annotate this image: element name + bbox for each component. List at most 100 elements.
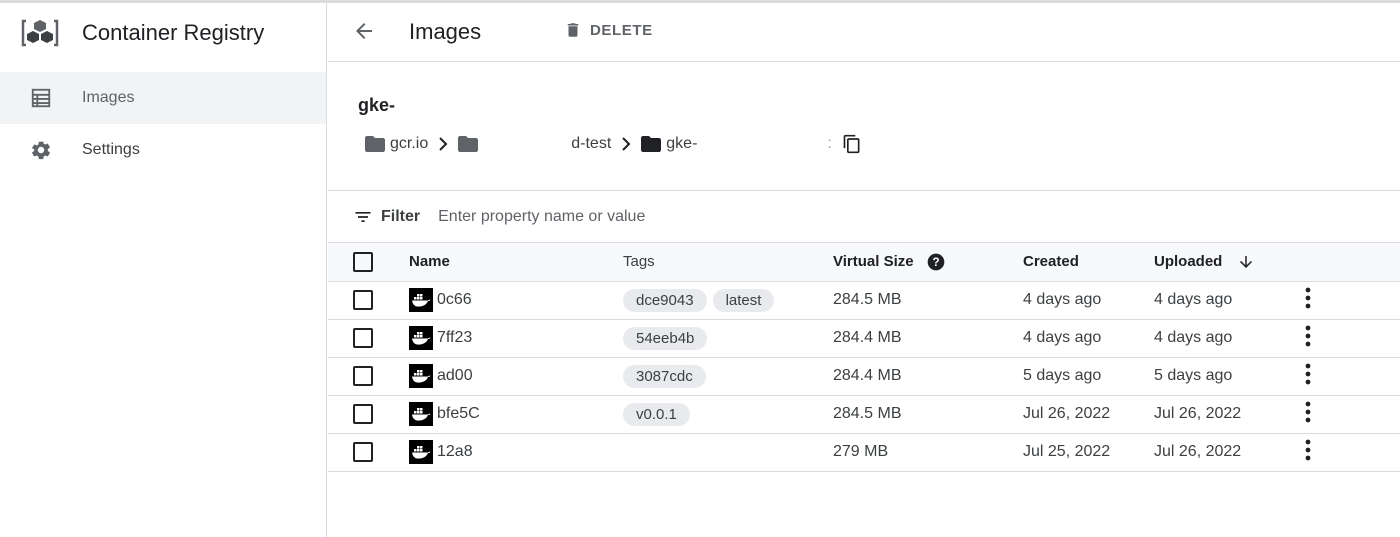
redacted-segment: [697, 135, 828, 153]
tags-cell: v0.0.1: [623, 395, 833, 433]
select-all-checkbox[interactable]: [353, 251, 373, 272]
table-header-row: Name Tags Virtual Size ? Created Uploade…: [328, 243, 1400, 281]
redacted-segment: [483, 135, 572, 153]
docker-icon: [409, 402, 433, 426]
image-digest-link[interactable]: ad00: [437, 367, 473, 385]
size-cell: 284.4 MB: [833, 367, 902, 384]
back-button[interactable]: [350, 17, 378, 45]
image-digest-link[interactable]: 12a8: [437, 443, 473, 461]
column-header-tags: Tags: [623, 253, 655, 271]
uploaded-cell: 5 days ago: [1154, 367, 1233, 384]
column-header-created[interactable]: Created: [1023, 243, 1154, 281]
more-vert-icon[interactable]: [1304, 287, 1312, 309]
breadcrumb-project[interactable]: d-test: [458, 135, 611, 153]
more-vert-icon[interactable]: [1304, 325, 1312, 347]
docker-icon: [409, 364, 433, 388]
docker-icon: [409, 326, 433, 350]
image-digest-link[interactable]: 7ff23: [437, 329, 472, 347]
row-checkbox[interactable]: [353, 442, 373, 462]
column-header-size[interactable]: Virtual Size ?: [833, 243, 1023, 281]
uploaded-cell: Jul 26, 2022: [1154, 405, 1242, 422]
gear-icon: [32, 141, 50, 160]
folder-icon: [641, 136, 662, 152]
tags-cell: dce9043 latest: [623, 281, 833, 319]
repository-name: gke-: [358, 95, 396, 115]
breadcrumb-repository[interactable]: gke- :: [641, 135, 832, 153]
created-cell: 4 days ago: [1023, 329, 1102, 346]
filter-input[interactable]: [438, 207, 839, 226]
sidebar: Container Registry Images Settings: [0, 3, 327, 537]
tags-cell: [623, 433, 833, 471]
docker-icon: [409, 288, 433, 312]
table-row[interactable]: bfe5C v0.0.1 284.5 MB Jul 26, 2022 Jul 2…: [328, 395, 1400, 433]
filter-label: Filter: [381, 207, 421, 225]
sidebar-item-label: Settings: [82, 141, 140, 158]
more-vert-icon[interactable]: [1304, 439, 1312, 461]
folder-icon: [458, 136, 479, 152]
filter-bar: Filter: [328, 191, 1400, 243]
row-checkbox[interactable]: [353, 328, 373, 348]
row-checkbox[interactable]: [353, 366, 373, 386]
breadcrumb: gcr.io d-test gke- :: [365, 133, 862, 155]
toolbar: Images DELETE: [328, 3, 1400, 62]
column-header-size-label: Virtual Size: [833, 252, 914, 270]
size-cell: 284.4 MB: [833, 329, 902, 346]
more-vert-icon[interactable]: [1304, 363, 1312, 385]
row-checkbox[interactable]: [353, 290, 373, 310]
tag-chip[interactable]: v0.0.1: [623, 402, 690, 426]
breadcrumb-project-label: d-test: [571, 135, 612, 152]
row-checkbox[interactable]: [353, 404, 373, 424]
copy-button[interactable]: [842, 134, 862, 154]
filter-icon: [355, 211, 371, 222]
table-row[interactable]: 12a8 279 MB Jul 25, 2022 Jul 26, 2022: [328, 433, 1400, 471]
tag-chip[interactable]: 54eeb4b: [623, 326, 708, 350]
created-cell: 5 days ago: [1023, 367, 1102, 384]
chevron-right-icon: [432, 137, 454, 151]
breadcrumb-host-label: gcr.io: [390, 135, 429, 152]
tag-chip[interactable]: 3087cdc: [623, 364, 706, 388]
breadcrumb-repository-tail: :: [827, 135, 832, 152]
svg-text:?: ?: [932, 256, 939, 269]
app-title: Container Registry: [82, 19, 265, 45]
image-digest-link[interactable]: 0c66: [437, 291, 472, 309]
more-vert-icon[interactable]: [1304, 401, 1312, 423]
folder-icon: [365, 136, 385, 152]
repository-header: gke- gcr.io d-test gke-:: [328, 62, 1400, 191]
tag-chip[interactable]: dce9043: [623, 288, 707, 312]
uploaded-cell: 4 days ago: [1154, 329, 1233, 346]
sidebar-item-settings[interactable]: Settings: [0, 124, 326, 176]
help-icon[interactable]: ?: [926, 252, 946, 272]
delete-label: DELETE: [590, 21, 653, 39]
table-row[interactable]: 0c66 dce9043 latest 284.5 MB 4 days ago 4…: [328, 281, 1400, 319]
created-cell: 4 days ago: [1023, 291, 1102, 308]
copy-icon: [843, 134, 860, 154]
delete-button[interactable]: DELETE: [564, 20, 653, 40]
list-icon: [31, 88, 51, 108]
table-row[interactable]: 7ff23 54eeb4b 284.4 MB 4 days ago 4 days…: [328, 319, 1400, 357]
uploaded-cell: 4 days ago: [1154, 291, 1233, 308]
brand-header: Container Registry: [0, 3, 326, 62]
main-content: Images DELETE gke- gcr.io d-test gke-: …: [328, 3, 1400, 537]
sidebar-item-images[interactable]: Images: [0, 72, 326, 124]
sidebar-item-label: Images: [82, 89, 135, 106]
column-header-uploaded-label: Uploaded: [1154, 252, 1223, 270]
tag-chip[interactable]: latest: [712, 288, 775, 312]
size-cell: 284.5 MB: [833, 405, 902, 422]
created-cell: Jul 26, 2022: [1023, 405, 1111, 422]
docker-icon: [409, 440, 433, 464]
page-title: Images: [409, 19, 482, 44]
table-row[interactable]: ad00 3087cdc 284.4 MB 5 days ago 5 days …: [328, 357, 1400, 395]
column-header-name[interactable]: Name: [409, 243, 623, 281]
size-cell: 279 MB: [833, 443, 889, 460]
created-cell: Jul 25, 2022: [1023, 443, 1111, 460]
breadcrumb-host[interactable]: gcr.io: [365, 135, 428, 153]
image-digest-link[interactable]: bfe5C: [437, 405, 480, 423]
size-cell: 284.5 MB: [833, 291, 902, 308]
container-registry-logo-icon: [21, 19, 59, 46]
images-table: Name Tags Virtual Size ? Created Uploade…: [328, 243, 1400, 472]
trash-icon: [567, 23, 579, 37]
chevron-right-icon: [615, 137, 637, 151]
breadcrumb-repository-label: gke-: [666, 135, 698, 152]
arrow-down-sort-icon[interactable]: [1237, 252, 1255, 272]
column-header-uploaded[interactable]: Uploaded: [1154, 243, 1304, 281]
